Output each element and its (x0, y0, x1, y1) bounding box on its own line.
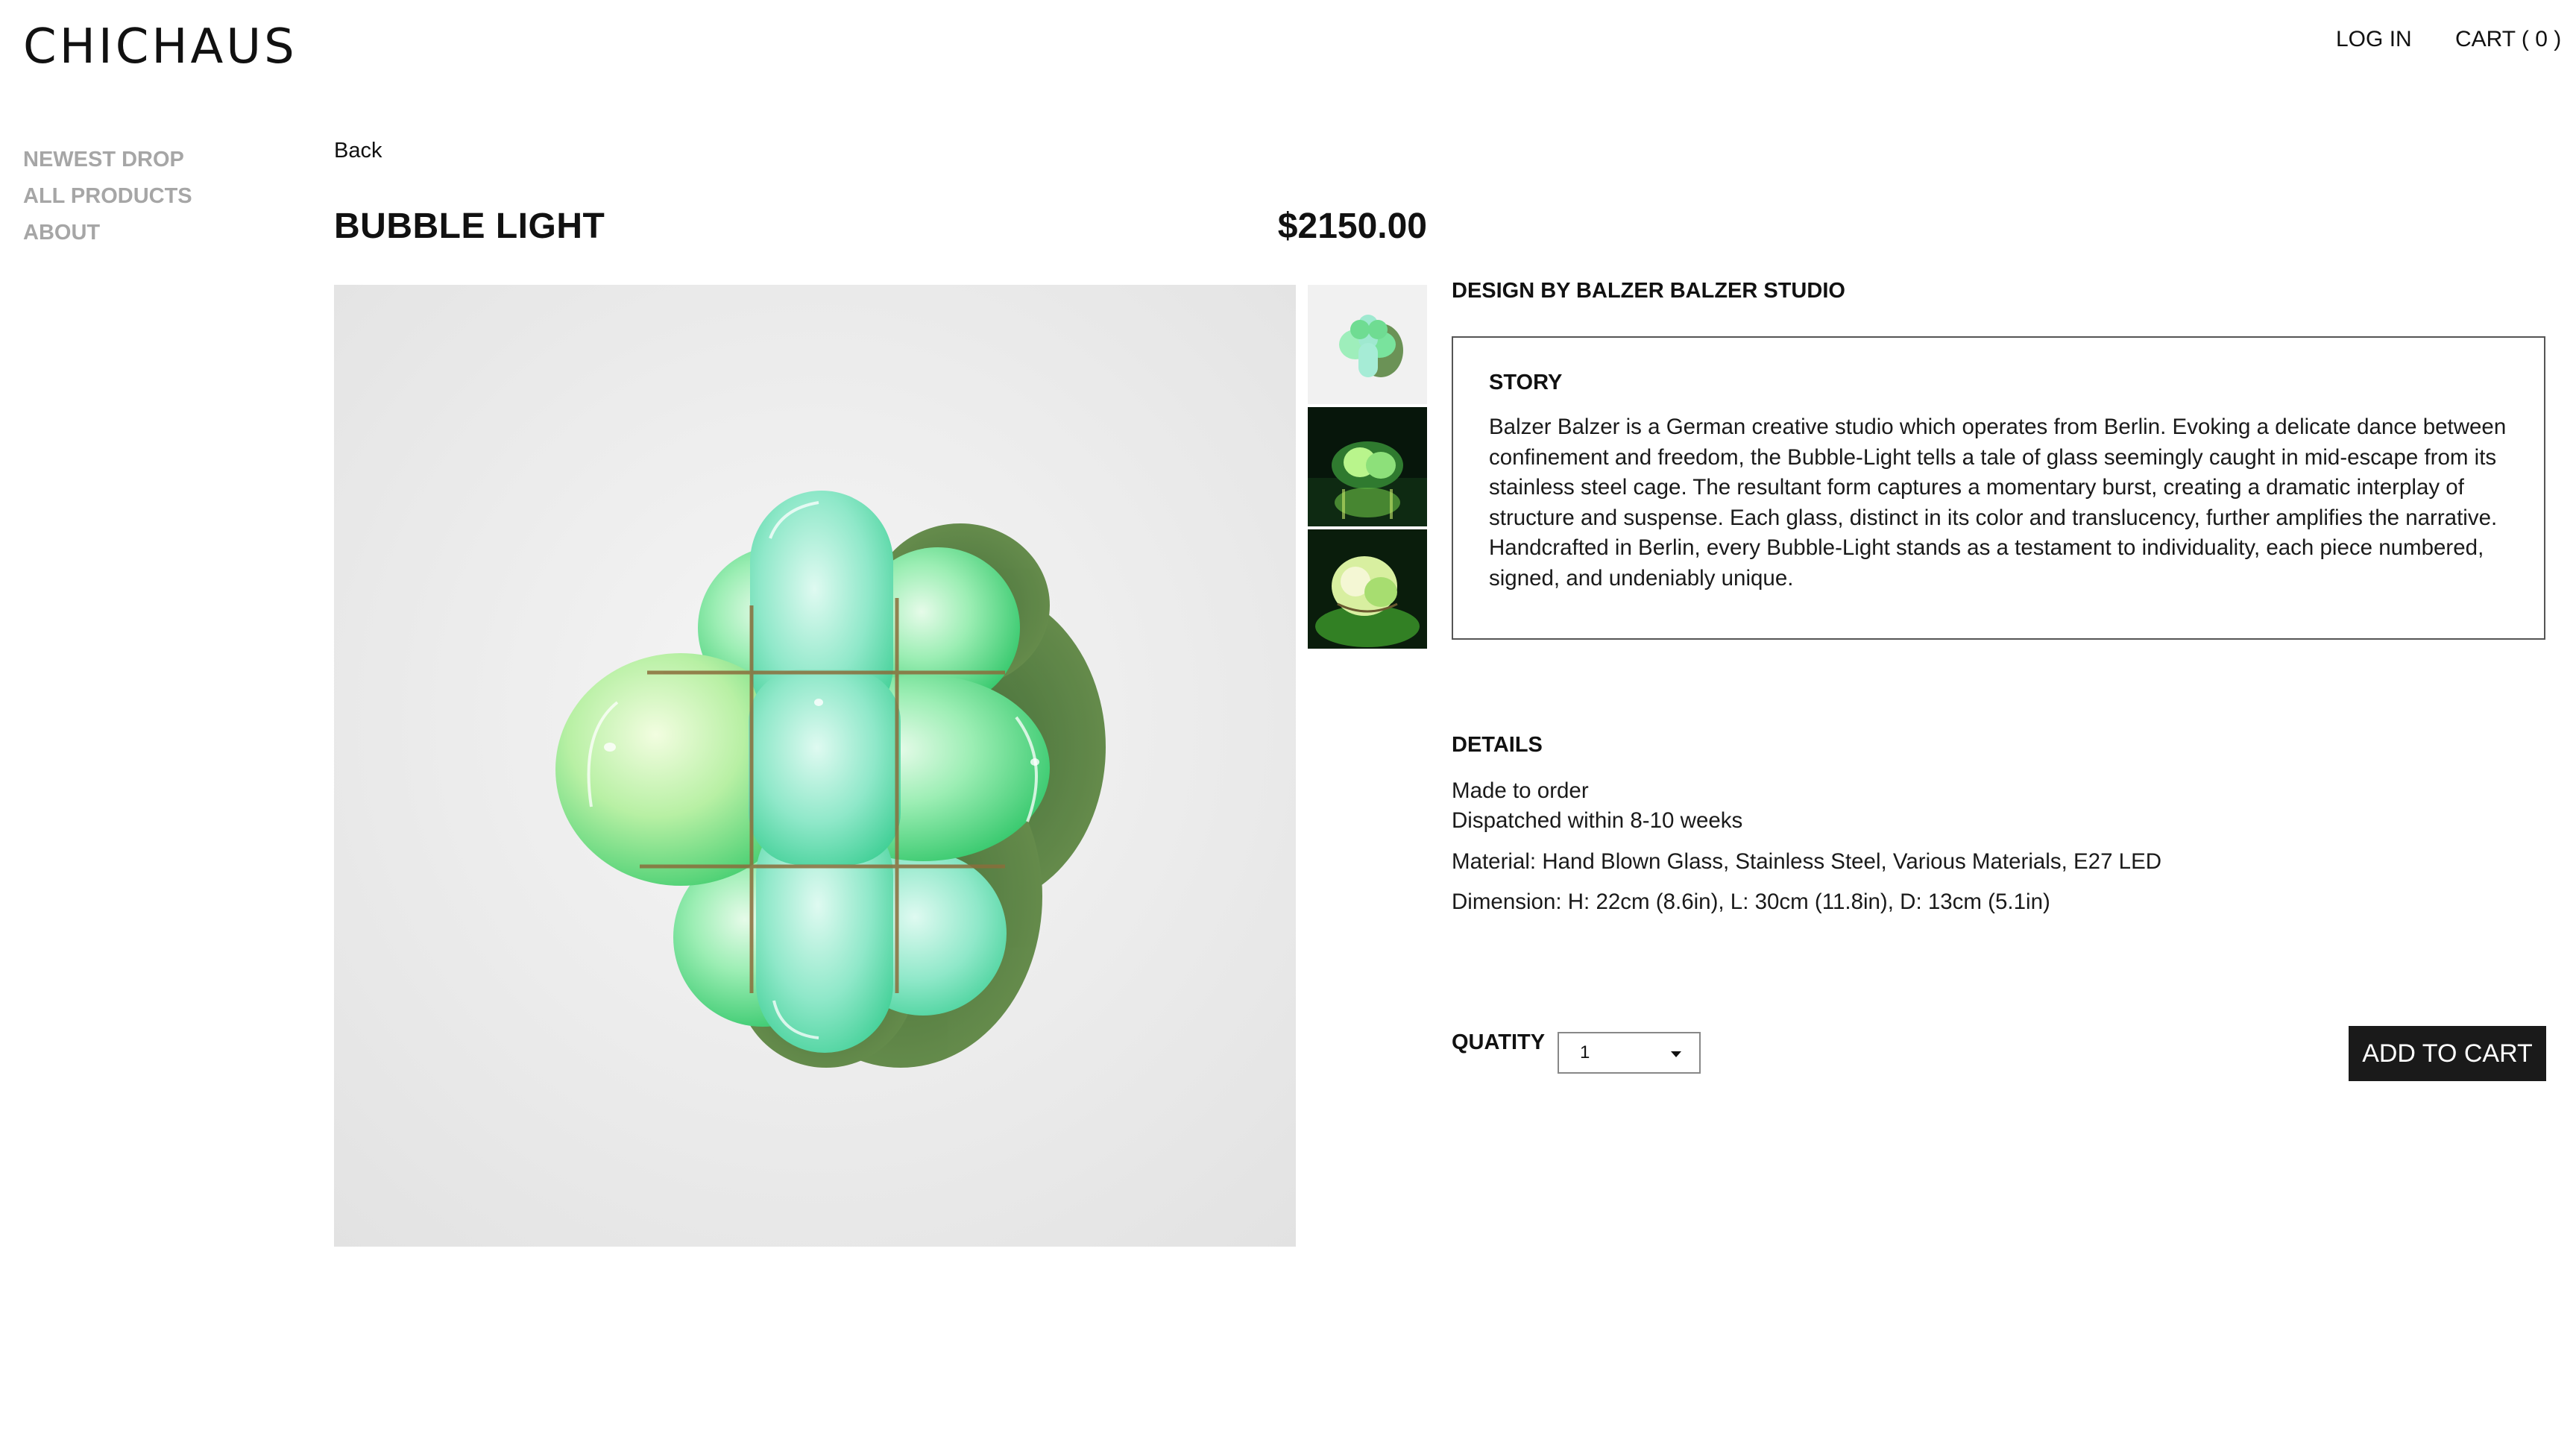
product-title: BUBBLE LIGHT (334, 207, 605, 246)
back-link[interactable]: Back (334, 139, 382, 163)
product-main-image (334, 285, 1296, 1247)
sidebar-item-all-products[interactable]: ALL PRODUCTS (23, 178, 192, 215)
sidebar-item-newest-drop[interactable]: NEWEST DROP (23, 142, 192, 178)
thumbnail-2[interactable] (1308, 407, 1427, 526)
logo-wordmark: CHICHAUS (23, 19, 297, 72)
story-heading: STORY (1489, 371, 1563, 394)
quantity-value: 1 (1580, 1042, 1590, 1062)
designer-credit: DESIGN BY BALZER BALZER STUDIO (1452, 279, 1845, 303)
cart-link[interactable]: CART ( 0 ) (2455, 27, 2561, 52)
detail-dimension: Dimension: H: 22cm (8.6in), L: 30cm (11.… (1452, 890, 2050, 914)
thumbnail-3[interactable] (1308, 529, 1427, 649)
detail-made-to-order: Made to order (1452, 778, 1589, 803)
story-text: Balzer Balzer is a German creative studi… (1489, 415, 2507, 591)
thumbnail-1[interactable] (1308, 285, 1427, 404)
chevron-down-icon (1671, 1051, 1681, 1057)
quantity-label: QUATITY (1452, 1030, 1546, 1054)
detail-material: Material: Hand Blown Glass, Stainless St… (1452, 849, 2162, 874)
story-panel: STORY Balzer Balzer is a German creative… (1452, 336, 2545, 640)
product-price: $2150.00 (1277, 207, 1427, 246)
svg-text:CHICHAUS: CHICHAUS (23, 19, 297, 72)
sidebar-item-about[interactable]: ABOUT (23, 215, 192, 251)
login-link[interactable]: LOG IN (2336, 27, 2412, 52)
quantity-select[interactable]: 1 (1558, 1032, 1701, 1074)
thumbnail-3-image (1308, 529, 1427, 649)
thumbnail-1-image (1308, 285, 1427, 404)
detail-dispatch: Dispatched within 8-10 weeks (1452, 808, 1743, 833)
sidebar-nav: NEWEST DROP ALL PRODUCTS ABOUT (23, 142, 192, 251)
bubble-light-illustration (334, 285, 1296, 1247)
details-heading: DETAILS (1452, 733, 1543, 757)
add-to-cart-button[interactable]: ADD TO CART (2349, 1026, 2546, 1081)
thumbnail-2-image (1308, 407, 1427, 526)
site-logo[interactable]: CHICHAUS (23, 19, 321, 72)
